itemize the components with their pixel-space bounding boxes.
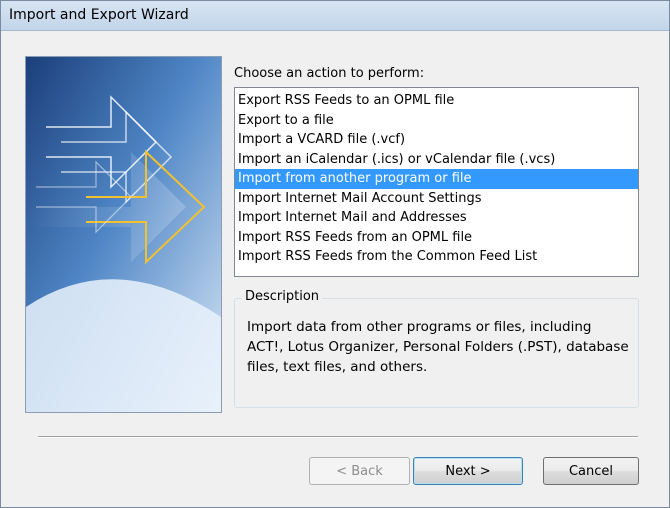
description-legend: Description bbox=[242, 289, 323, 304]
action-list-item[interactable]: Import an iCalendar (.ics) or vCalendar … bbox=[235, 150, 638, 170]
action-list-item[interactable]: Import a VCARD file (.vcf) bbox=[235, 130, 638, 150]
description-text: Import data from other programs or files… bbox=[247, 319, 629, 375]
back-button[interactable]: < Back bbox=[309, 457, 410, 485]
next-button[interactable]: Next > bbox=[413, 457, 523, 485]
separator-line bbox=[38, 436, 638, 438]
actions-listbox[interactable]: Export RSS Feeds to an OPML file Export t… bbox=[234, 87, 639, 277]
action-list-item[interactable]: Export RSS Feeds to an OPML file bbox=[235, 91, 638, 111]
wizard-arrows-graphic bbox=[25, 56, 222, 413]
window-title: Import and Export Wizard bbox=[9, 7, 189, 23]
action-list-item[interactable]: Import from another program or file bbox=[235, 169, 638, 189]
import-export-wizard-window: Import and Export Wizard Choose an actio… bbox=[0, 0, 670, 508]
action-list-item[interactable]: Import Internet Mail and Addresses bbox=[235, 208, 638, 228]
choose-action-label: Choose an action to perform: bbox=[234, 66, 425, 81]
action-list-item[interactable]: Export to a file bbox=[235, 111, 638, 131]
action-list-item[interactable]: Import Internet Mail Account Settings bbox=[235, 189, 638, 209]
title-bar[interactable]: Import and Export Wizard bbox=[1, 1, 669, 31]
action-list-item[interactable]: Import RSS Feeds from the Common Feed Li… bbox=[235, 247, 638, 267]
description-group: Description Import data from other progr… bbox=[234, 289, 639, 408]
action-list-item[interactable]: Import RSS Feeds from an OPML file bbox=[235, 228, 638, 248]
cancel-button[interactable]: Cancel bbox=[543, 457, 639, 485]
